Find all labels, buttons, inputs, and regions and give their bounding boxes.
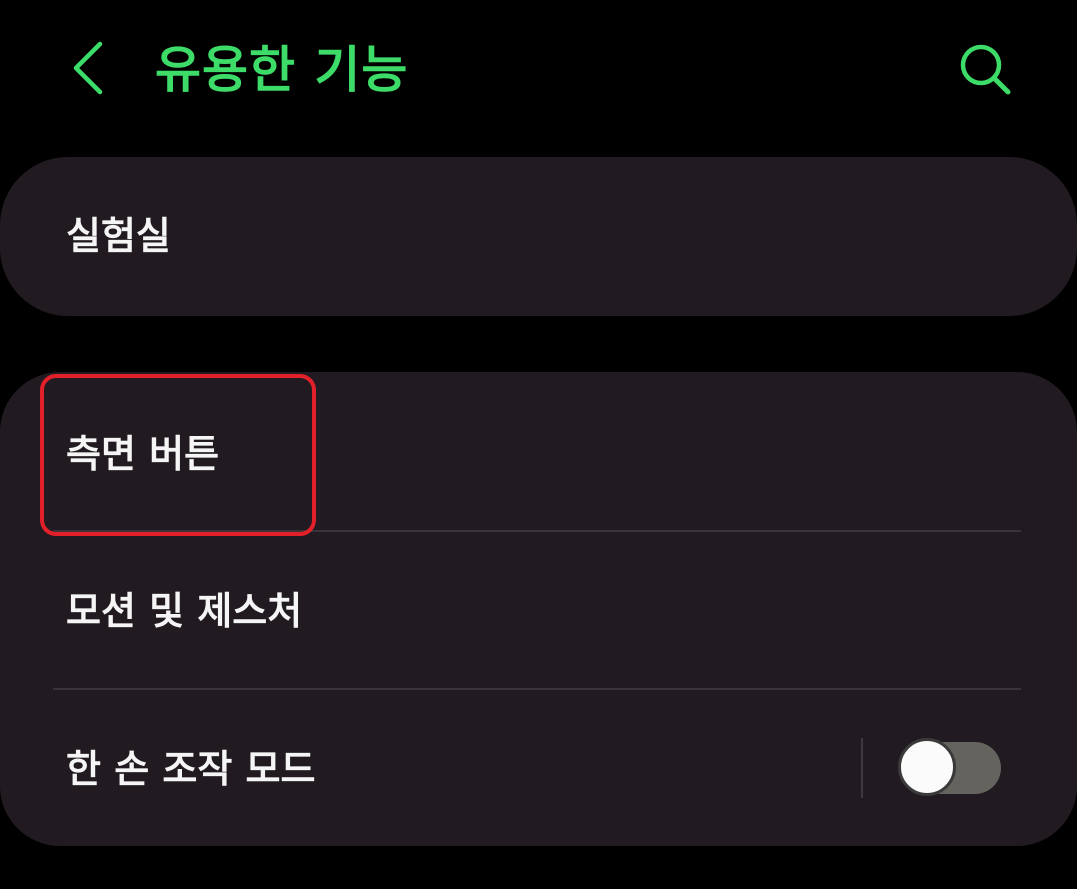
chevron-left-icon xyxy=(73,41,103,95)
search-button[interactable] xyxy=(946,30,1026,110)
page-title: 유용한 기능 xyxy=(155,41,409,99)
lab-label: 실험실 xyxy=(66,214,171,258)
highlight-box xyxy=(40,374,316,536)
list-item-motions-gestures[interactable]: 모션 및 제스처 xyxy=(0,532,1077,688)
one-handed-mode-toggle[interactable] xyxy=(898,738,1002,796)
toggle-separator xyxy=(861,738,863,798)
search-icon xyxy=(960,44,1011,95)
motions-gestures-label: 모션 및 제스처 xyxy=(66,589,303,633)
back-button[interactable] xyxy=(52,30,124,106)
lab-card[interactable]: 실험실 xyxy=(0,157,1077,316)
toggle-thumb xyxy=(898,738,956,796)
app-header: 유용한 기능 xyxy=(0,0,1077,140)
one-handed-mode-label: 한 손 조작 모드 xyxy=(66,747,316,791)
